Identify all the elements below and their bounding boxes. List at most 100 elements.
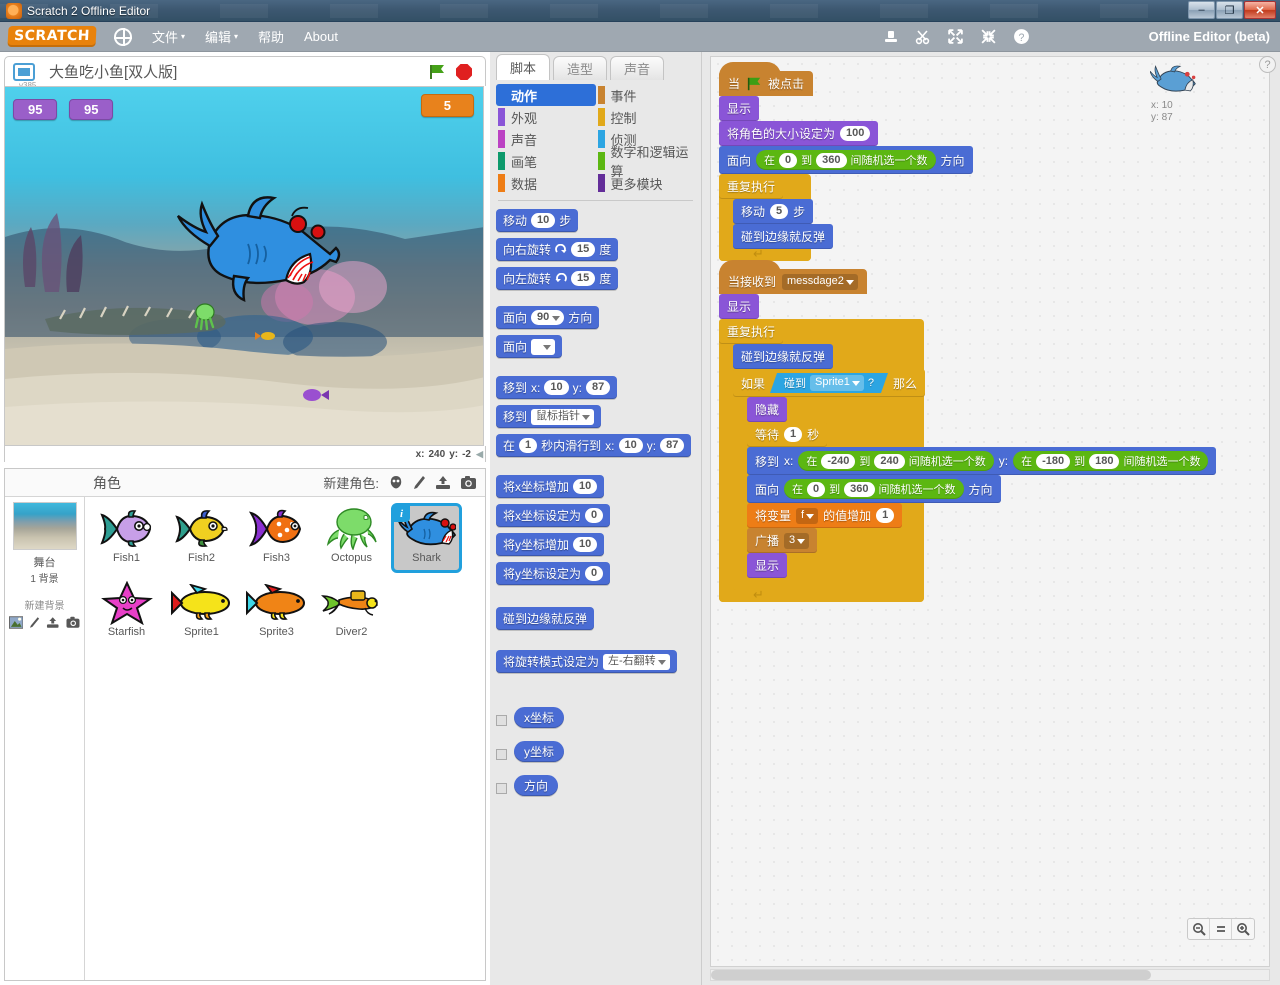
sprite-cell-shark[interactable]: i Shark	[391, 503, 462, 573]
reporter-x-position[interactable]: x坐标	[514, 707, 565, 728]
reporter-direction[interactable]: 方向	[514, 775, 559, 796]
block-input[interactable]: 240	[874, 453, 905, 469]
target-dropdown[interactable]	[531, 338, 556, 355]
block-if-header[interactable]: 如果 碰到 Sprite1 ? 那么	[733, 369, 926, 397]
palette-block-bounce[interactable]: 碰到边缘就反弹	[496, 607, 595, 630]
target-dropdown[interactable]: 鼠标指针	[531, 408, 595, 425]
sprite-cell-fish2[interactable]: Fish2	[166, 503, 237, 573]
block-input[interactable]: 0	[585, 508, 604, 523]
help-icon[interactable]: ?	[1259, 56, 1276, 73]
category-events[interactable]: 事件	[596, 84, 696, 106]
block-hide[interactable]: 隐藏	[747, 397, 788, 422]
palette-block-turn-right[interactable]: 向右旋转 15 度	[496, 238, 619, 261]
sprite-cell-sprite1[interactable]: Sprite1	[166, 577, 237, 647]
sprite-cell-starfish[interactable]: Starfish	[91, 577, 162, 647]
script-stack-when-receive[interactable]: 当接收到 messdage2 显示 重复执行 碰到边缘就反弹 如果 碰到 Spr…	[719, 260, 1217, 603]
paint-new-sprite-icon[interactable]	[388, 475, 404, 490]
block-forever[interactable]: 重复执行 移动 5 步 碰到边缘就反弹	[719, 174, 834, 262]
menu-edit[interactable]: 编辑 ▾	[205, 27, 238, 46]
block-point-in-direction-2[interactable]: 面向 在 0 到 360 间随机选一个数 方向	[747, 475, 1001, 503]
scripts-horizontal-scrollbar[interactable]	[710, 969, 1270, 981]
sprite-cell-diver2[interactable]: Diver2	[316, 577, 387, 647]
direction-dropdown[interactable]: 90	[531, 310, 565, 325]
block-set-size-to[interactable]: 将角色的大小设定为 100	[719, 121, 879, 146]
block-input[interactable]: 15	[571, 242, 596, 257]
rotation-dropdown[interactable]: 左-右翻转	[603, 653, 670, 670]
help-icon[interactable]: ?	[1013, 28, 1030, 45]
scripts-zoom-controls[interactable]	[1187, 918, 1255, 940]
palette-block-point-towards[interactable]: 面向	[496, 335, 563, 358]
block-input[interactable]: 10	[544, 380, 569, 395]
block-input[interactable]: 0	[585, 566, 604, 581]
category-control[interactable]: 控制	[596, 106, 696, 128]
palette-block-goto-target[interactable]: 移到 鼠标指针	[496, 405, 602, 428]
block-input[interactable]: 10	[531, 213, 556, 228]
sprite-info-badge[interactable]: i	[393, 505, 410, 522]
block-pick-random-dir[interactable]: 在 0 到 360 间随机选一个数	[784, 479, 964, 499]
category-looks[interactable]: 外观	[496, 106, 596, 128]
scissors-icon[interactable]	[915, 29, 931, 45]
menu-file[interactable]: 文件 ▾	[152, 27, 185, 46]
palette-block-change-y[interactable]: 将y坐标增加 10	[496, 533, 605, 556]
reporter-checkbox[interactable]	[496, 749, 507, 760]
minimize-button[interactable]: –	[1188, 1, 1215, 19]
camera-icon[interactable]	[66, 616, 80, 629]
block-pick-random[interactable]: 在 0 到 360 间随机选一个数	[756, 150, 936, 170]
palette-block-change-x[interactable]: 将x坐标增加 10	[496, 475, 605, 498]
scratch-logo[interactable]: SCRATCH	[7, 26, 97, 47]
reporter-checkbox[interactable]	[496, 783, 507, 794]
stage-canvas[interactable]: 95 95 5	[4, 86, 484, 446]
block-pick-random-y[interactable]: 在 -180 到 180 间随机选一个数	[1013, 451, 1209, 471]
palette-block-move[interactable]: 移动 10 步	[496, 209, 579, 232]
category-data[interactable]: 数据	[496, 172, 596, 194]
stamp-icon[interactable]	[883, 29, 899, 45]
block-when-i-receive[interactable]: 当接收到 messdage2	[719, 260, 867, 294]
sprite-cell-octopus[interactable]: Octopus	[316, 503, 387, 573]
zoom-out-icon[interactable]	[1188, 919, 1210, 939]
fullscreen-icon[interactable]	[13, 62, 35, 81]
maximize-button[interactable]: ❐	[1216, 1, 1243, 19]
window-controls[interactable]: – ❐ ✕	[1188, 1, 1276, 19]
block-input[interactable]: 1	[784, 427, 803, 442]
message-dropdown[interactable]: messdage2	[782, 273, 858, 290]
block-goto-xy[interactable]: 移到 x: 在 -240 到 240 间随机选一个数 y: 在 -180 到 1…	[747, 447, 1217, 475]
zoom-reset-icon[interactable]	[1210, 919, 1232, 939]
close-button[interactable]: ✕	[1244, 1, 1276, 19]
palette-block-set-y[interactable]: 将y坐标设定为 0	[496, 562, 611, 585]
zoom-in-icon[interactable]	[1232, 919, 1254, 939]
block-input[interactable]: 360	[844, 481, 875, 497]
block-input[interactable]: -240	[821, 453, 856, 469]
category-pen[interactable]: 画笔	[496, 150, 596, 172]
shrink-icon[interactable]	[980, 28, 997, 45]
category-more-blocks[interactable]: 更多模块	[596, 172, 696, 194]
tab-scripts[interactable]: 脚本	[496, 54, 551, 80]
block-point-in-direction[interactable]: 面向 在 0 到 360 间随机选一个数 方向	[719, 146, 973, 174]
reporter-checkbox[interactable]	[496, 715, 507, 726]
block-input[interactable]: 10	[618, 438, 643, 453]
palette-block-turn-left[interactable]: 向左旋转 15 度	[496, 267, 619, 290]
tab-sounds[interactable]: 声音	[610, 56, 665, 80]
palette-block-set-x[interactable]: 将x坐标设定为 0	[496, 504, 611, 527]
block-input[interactable]: 360	[816, 152, 847, 168]
block-input[interactable]: 180	[1089, 453, 1120, 469]
block-move-steps[interactable]: 移动 5 步	[733, 199, 814, 224]
block-if-on-edge-bounce[interactable]: 碰到边缘就反弹	[733, 224, 834, 249]
block-show[interactable]: 显示	[719, 96, 760, 121]
block-input[interactable]: 87	[660, 438, 685, 453]
scrollbar-thumb[interactable]	[711, 970, 1151, 980]
block-input[interactable]: 0	[779, 152, 798, 168]
upload-icon[interactable]	[435, 475, 451, 490]
block-input[interactable]: 1	[876, 508, 895, 523]
block-input[interactable]: 87	[585, 380, 611, 395]
block-pick-random-x[interactable]: 在 -240 到 240 间随机选一个数	[798, 451, 994, 471]
block-input[interactable]: 5	[770, 204, 789, 219]
category-operators[interactable]: 数字和逻辑运算	[596, 145, 696, 179]
block-input[interactable]: 100	[840, 126, 871, 141]
reporter-y-position[interactable]: y坐标	[514, 741, 565, 762]
block-input[interactable]: 10	[573, 537, 598, 552]
grow-icon[interactable]	[947, 28, 964, 45]
variable-dropdown[interactable]: f	[796, 507, 819, 524]
category-motion[interactable]: 动作	[496, 84, 596, 106]
stage-selector[interactable]: 舞台 1 背景 新建背景	[5, 497, 85, 980]
block-show[interactable]: 显示	[719, 294, 760, 319]
